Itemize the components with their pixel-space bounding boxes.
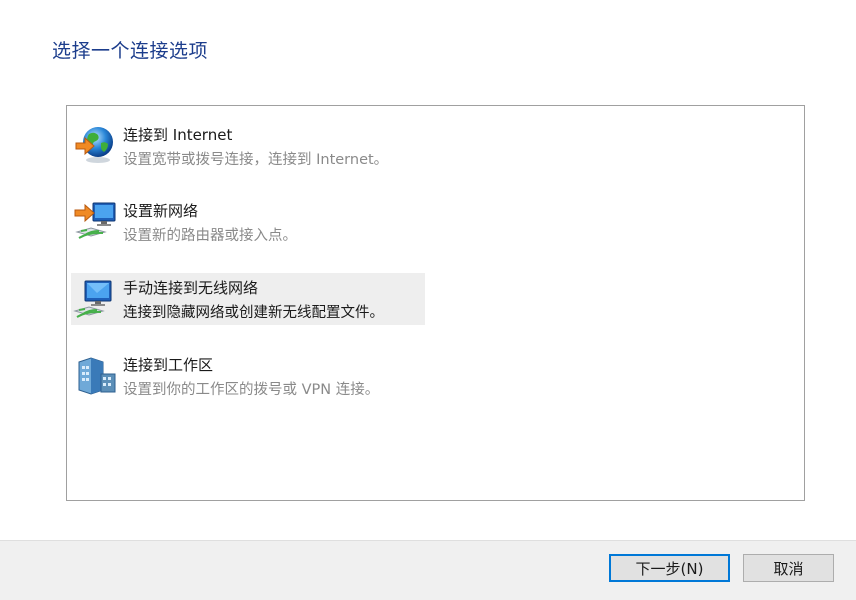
workplace-vpn-icon [73,352,119,398]
option-title: 设置新网络 [123,202,199,220]
option-description: 设置新的路由器或接入点。 [123,228,297,244]
option-title: 手动连接到无线网络 [123,279,259,297]
connection-options-list[interactable]: 连接到 Internet 设置宽带或拨号连接，连接到 Internet。 设置新… [66,105,805,501]
dialog-footer: 下一步(N) 取消 [0,540,856,600]
option-description: 设置宽带或拨号连接，连接到 Internet。 [123,152,389,168]
option-description: 设置到你的工作区的拨号或 VPN 连接。 [123,382,380,398]
option-manual-wireless[interactable]: 手动连接到无线网络 连接到隐藏网络或创建新无线配置文件。 [71,273,425,325]
option-connect-internet[interactable]: 连接到 Internet 设置宽带或拨号连接，连接到 Internet。 [71,120,411,172]
new-network-setup-icon [73,198,119,244]
option-connect-workplace[interactable]: 连接到工作区 设置到你的工作区的拨号或 VPN 连接。 [71,350,425,402]
option-setup-new-network[interactable]: 设置新网络 设置新的路由器或接入点。 [71,196,411,248]
globe-internet-icon [73,122,119,168]
connection-wizard-dialog: 选择一个连接选项 连接到 Internet 设置宽带或拨号连接，连接到 Inte… [0,0,856,600]
option-title: 连接到 Internet [123,126,233,144]
option-description: 连接到隐藏网络或创建新无线配置文件。 [123,305,384,321]
wireless-network-icon [73,275,119,321]
next-button[interactable]: 下一步(N) [609,554,730,582]
cancel-button[interactable]: 取消 [743,554,834,582]
option-title: 连接到工作区 [123,356,214,374]
page-title: 选择一个连接选项 [52,40,209,62]
